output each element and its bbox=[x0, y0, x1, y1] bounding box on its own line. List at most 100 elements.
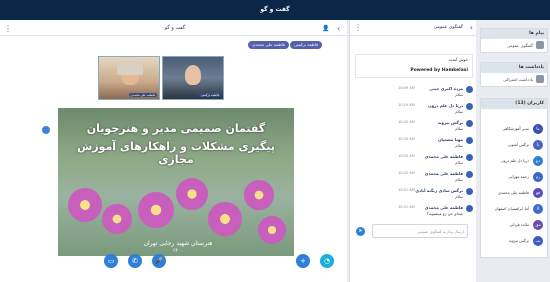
webcam-strip: فاطمه علی محمدی فاطمه ترکمنی bbox=[0, 56, 347, 100]
avatar: نآ bbox=[533, 140, 543, 150]
user-item[interactable]: مق مائده قربانی bbox=[481, 219, 549, 235]
message-text: صدای من رو میشنوید؟ bbox=[426, 211, 463, 216]
presenter-list: فاطمه علی محمدی فاطمه ترکمنی bbox=[0, 41, 347, 51]
user-name: نرگس آشوبی bbox=[507, 142, 529, 147]
message-time: 10:20 AM bbox=[398, 137, 415, 141]
slide-footer: هنرستان شهید رجایی تهران bbox=[143, 240, 213, 247]
chat-title: گفتگوی عمومی bbox=[433, 25, 463, 30]
close-icon[interactable]: ‹ bbox=[470, 23, 473, 32]
message-text: سلام bbox=[455, 92, 463, 97]
avatar bbox=[466, 120, 473, 127]
avatar: فع bbox=[533, 188, 543, 198]
message-text: سلام bbox=[455, 177, 463, 182]
avatar: رم bbox=[533, 172, 543, 182]
avatar: نت bbox=[533, 236, 543, 246]
chat-input-placeholder: ارسال پیام به گفتگوی عمومی bbox=[416, 229, 464, 234]
message-time: 10:19 AM bbox=[398, 103, 415, 107]
presentation-panel: ⋮ گفت و گو 👤 ‹ فاطمه علی محمدی فاطمه ترک… bbox=[0, 20, 347, 282]
add-button[interactable]: + bbox=[296, 254, 310, 268]
presentation-slide: گفتمان صمیمی مدیر و هنرجویان پیگیری مشکل… bbox=[58, 108, 294, 256]
user-item[interactable]: مآ مدیر آموزشگاهی bbox=[481, 123, 549, 139]
chat-message: فاطمه علی محمدی 10:21 AM صدای من رو میشن… bbox=[350, 205, 477, 217]
user-item[interactable]: فع فاطمه علی محمدی bbox=[481, 187, 549, 203]
user-item[interactable]: رم رحمه مهرانی bbox=[481, 171, 549, 187]
send-button[interactable]: ➤ bbox=[356, 227, 365, 236]
slide-flower bbox=[68, 188, 102, 222]
message-author: فاطمه علی محمدی bbox=[424, 154, 463, 159]
slide-heading: گفتمان صمیمی مدیر و هنرجویان bbox=[86, 122, 266, 135]
avatar bbox=[466, 103, 473, 110]
user-name: نرگس تیزوند bbox=[508, 238, 529, 243]
slide-flower bbox=[176, 178, 208, 210]
slide-flower bbox=[208, 202, 242, 236]
message-text: سلام bbox=[455, 126, 463, 131]
slide-flower bbox=[138, 192, 174, 228]
notes-header: یادداشت ها bbox=[481, 63, 547, 73]
user-item[interactable]: نآ نرگس آشوبی bbox=[481, 139, 549, 155]
chevron-left-icon[interactable]: ‹ bbox=[337, 24, 340, 34]
welcome-message: خوش آمدید Powered by Hamkelasi bbox=[355, 54, 473, 78]
user-item[interactable]: نت نرگس تیزوند bbox=[481, 235, 549, 251]
webcam-face bbox=[185, 65, 201, 85]
webcam-tile[interactable]: فاطمه علی محمدی bbox=[98, 56, 160, 100]
pointer-dot[interactable] bbox=[42, 126, 50, 134]
user-name: مدیر آموزشگاهی bbox=[502, 126, 529, 131]
screen-share-button[interactable]: ▭ bbox=[104, 254, 118, 268]
notes-section: یادداشت ها یادداشت اشتراکی bbox=[480, 62, 548, 87]
user-name: آتنا ابراهیمیان اصفهان bbox=[494, 206, 529, 211]
message-text: سلام bbox=[455, 109, 463, 114]
avatar: آا bbox=[533, 204, 543, 214]
chat-message: فاطمه علی محمدی 10:20 AM سلام bbox=[350, 171, 477, 183]
user-name: رحمه مهرانی bbox=[508, 174, 529, 179]
avatar bbox=[466, 205, 473, 212]
sidebar: پیام ها گفتگوی عمومی یادداشت ها یادداشت … bbox=[478, 20, 550, 282]
avatar bbox=[466, 154, 473, 161]
slide-flower bbox=[102, 204, 132, 234]
status-button[interactable]: ◔ bbox=[320, 254, 334, 268]
powered-by-text: Powered by Hamkelasi bbox=[410, 68, 468, 73]
slide-subheading: پیگیری مشکلات و راهکارهای آموزش مجازی bbox=[77, 140, 275, 166]
sidebar-item-public-chat[interactable]: گفتگوی عمومی bbox=[481, 39, 547, 52]
chat-panel: ⋮ گفتگوی عمومی ‹ خوش آمدید Powered by Ha… bbox=[349, 20, 477, 282]
message-time: 10:21 AM bbox=[398, 205, 415, 209]
chat-message: مژده اکبری چیتی 10:09 AM سلام bbox=[350, 86, 477, 98]
chat-message: نرگس تیزوند 10:20 AM سلام bbox=[350, 120, 477, 132]
sidebar-item-label: گفتگوی عمومی bbox=[506, 43, 533, 48]
message-author: فاطمه علی محمدی bbox=[424, 171, 463, 176]
microphone-icon[interactable]: 🎤 bbox=[152, 254, 166, 268]
users-header: کاربران (13) bbox=[481, 99, 547, 109]
presenter-badge[interactable]: فاطمه ترکمنی bbox=[290, 41, 323, 49]
avatar bbox=[466, 188, 473, 195]
messages-header: پیام ها bbox=[481, 29, 547, 39]
message-author: نرگس تیزوند bbox=[437, 120, 463, 125]
more-options-icon[interactable]: ⋮ bbox=[354, 23, 362, 32]
more-options-icon[interactable]: ⋮ bbox=[4, 24, 12, 34]
presenter-badge[interactable]: فاطمه علی محمدی bbox=[248, 41, 289, 49]
avatar bbox=[466, 137, 473, 144]
chat-input[interactable]: ارسال پیام به گفتگوی عمومی bbox=[372, 224, 468, 238]
message-text: سلام bbox=[455, 160, 463, 165]
message-author: مژده اکبری چیتی bbox=[429, 86, 463, 91]
user-icon[interactable]: 👤 bbox=[322, 25, 329, 32]
webcam-scarf bbox=[117, 61, 143, 75]
chat-header: ⋮ گفتگوی عمومی ‹ bbox=[350, 23, 477, 36]
user-item[interactable]: آا آتنا ابراهیمیان اصفهان bbox=[481, 203, 549, 219]
message-author: دریا دل علم درون bbox=[428, 103, 463, 108]
webcam-label: فاطمه علی محمدی bbox=[128, 93, 157, 97]
chat-message: فاطمه علی محمدی 10:20 AM سلام bbox=[350, 154, 477, 166]
message-time: 10:20 AM bbox=[398, 171, 415, 175]
user-name: دریا دل علم درون bbox=[500, 158, 529, 163]
message-time: 10:20 AM bbox=[398, 154, 415, 158]
message-author: نرگس سادی زنگنه آبادی bbox=[415, 188, 463, 193]
webcam-tile[interactable]: فاطمه ترکمنی bbox=[162, 56, 224, 100]
note-icon bbox=[536, 75, 544, 83]
phone-icon[interactable]: ✆ bbox=[128, 254, 142, 268]
sidebar-item-shared-notes[interactable]: یادداشت اشتراکی bbox=[481, 73, 547, 86]
avatar: مآ bbox=[533, 124, 543, 134]
avatar bbox=[466, 86, 473, 93]
chat-message: مهتا مشغیان 10:20 AM سلام bbox=[350, 137, 477, 149]
user-item[interactable]: دع دریا دل علم درون bbox=[481, 155, 549, 171]
avatar bbox=[466, 171, 473, 178]
welcome-text: خوش آمدید bbox=[448, 57, 468, 62]
message-author: فاطمه علی محمدی bbox=[424, 205, 463, 210]
